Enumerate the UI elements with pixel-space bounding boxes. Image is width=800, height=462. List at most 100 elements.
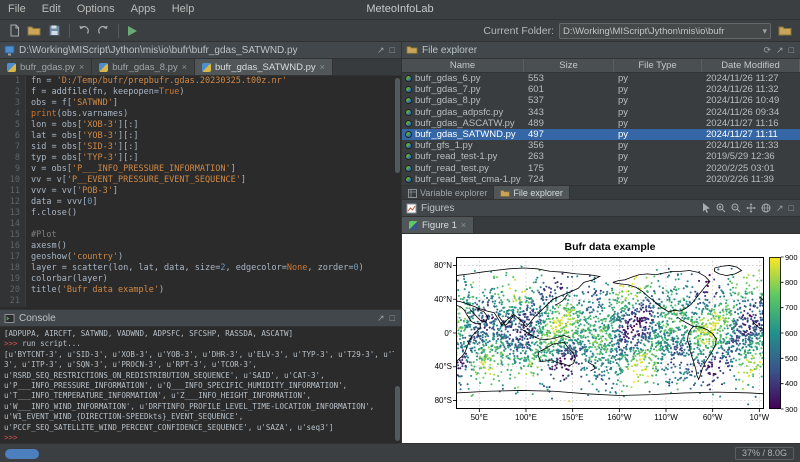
table-row[interactable]: bufr_gdas_7.py601py2024/11/26 11:32 <box>402 84 800 95</box>
table-row[interactable]: bufr_gdas_adpsfc.py343py2024/11/26 09:34 <box>402 107 800 118</box>
code-text: lon = obs['XOB-3'][:] <box>26 120 139 131</box>
file-type-cell: py <box>614 73 702 84</box>
code-editor[interactable]: 1fn = 'D:/Temp/bufr/prepbufr.gdas.202303… <box>0 76 401 310</box>
table-row[interactable]: bufr_gdas_6.py553py2024/11/26 11:27 <box>402 73 800 84</box>
float-panel-icon[interactable]: ↗ <box>377 313 385 323</box>
code-line[interactable]: 4print(obs.varnames) <box>0 109 401 120</box>
menu-item-apps[interactable]: Apps <box>123 0 164 20</box>
select-arrow-icon[interactable] <box>702 203 711 213</box>
current-folder-combobox[interactable]: D:\Working\MIScript\Jython\mis\io\bufr ▾ <box>559 23 771 39</box>
float-panel-icon[interactable]: ↗ <box>377 45 385 55</box>
console-scrollbar[interactable] <box>394 327 401 443</box>
status-progress-indicator[interactable] <box>5 449 39 459</box>
code-line[interactable]: 7sid = obs['SID-3'][:] <box>0 142 401 153</box>
menu-item-options[interactable]: Options <box>69 0 123 20</box>
table-row[interactable]: bufr_read_test-1.py263py2019/5/29 12:36 <box>402 151 800 162</box>
code-line[interactable]: 15#Plot <box>0 230 401 241</box>
y-tick-label: 40°N <box>424 295 452 304</box>
editor-tab[interactable]: bufr_gdas.py× <box>0 59 92 75</box>
column-header-size[interactable]: Size <box>524 59 614 72</box>
file-date-cell: 2020/2/25 03:01 <box>702 163 800 174</box>
splitter-vertical[interactable] <box>401 42 402 443</box>
editor-scrollbar-thumb[interactable] <box>395 78 400 173</box>
code-line[interactable]: 6lat = obs['YOB-3'][:] <box>0 131 401 142</box>
code-line[interactable]: 16axesm() <box>0 241 401 252</box>
zoom-in-icon[interactable] <box>716 203 726 213</box>
colorbar-tick-label: 800 <box>785 278 798 287</box>
menu-item-file[interactable]: File <box>0 0 34 20</box>
code-line[interactable]: 12data = vvv[0] <box>0 197 401 208</box>
tab-close-icon[interactable]: × <box>461 220 466 230</box>
column-header-name[interactable]: Name <box>402 59 524 72</box>
tab-close-icon[interactable]: × <box>320 62 325 72</box>
table-row[interactable]: bufr_gdas_ASCATW.py489py2024/11/27 11:16 <box>402 118 800 129</box>
app-title: MeteoInfoLab <box>366 0 433 20</box>
code-line[interactable]: 20title('Bufr data example') <box>0 285 401 296</box>
table-row[interactable]: bufr_gdas_SATWND.py497py2024/11/27 11:11 <box>402 129 800 140</box>
code-line[interactable]: 14 <box>0 219 401 230</box>
undo-icon[interactable] <box>74 22 92 40</box>
python-file-icon <box>405 176 412 183</box>
maximize-panel-icon[interactable]: □ <box>390 45 395 55</box>
figure-tab[interactable]: Figure 1 × <box>402 217 474 233</box>
table-row[interactable]: bufr_read_test_cma-1.py724py2020/2/26 11… <box>402 174 800 185</box>
pan-icon[interactable] <box>746 203 756 213</box>
browse-folder-icon[interactable] <box>776 22 794 40</box>
float-panel-icon[interactable]: ↗ <box>776 203 784 213</box>
code-line[interactable]: 5lon = obs['XOB-3'][:] <box>0 120 401 131</box>
code-line[interactable]: 18layer = scatter(lon, lat, data, size=2… <box>0 263 401 274</box>
code-line[interactable]: 17geoshow('country') <box>0 252 401 263</box>
code-line[interactable]: 2f = addfile(fn, keepopen=True) <box>0 87 401 98</box>
maximize-panel-icon[interactable]: □ <box>789 203 794 213</box>
column-header-date-modified[interactable]: Date Modified <box>702 59 800 72</box>
file-name: bufr_read_test-1.py <box>415 151 497 162</box>
editor-tab[interactable]: bufr_gdas_8.py× <box>92 59 195 75</box>
figures-panel-header: Figures ↗ □ <box>402 200 800 217</box>
code-line[interactable]: 21 <box>0 296 401 307</box>
tab-close-icon[interactable]: × <box>79 62 84 72</box>
refresh-icon[interactable]: ⟳ <box>763 45 771 55</box>
line-number: 5 <box>0 120 26 131</box>
splitter-horizontal-right[interactable] <box>402 199 800 200</box>
console-output[interactable]: [ADPUPA, AIRCFT, SATWND, VADWND, ADPSFC,… <box>0 327 401 443</box>
editor-scrollbar[interactable] <box>394 76 401 310</box>
maximize-panel-icon[interactable]: □ <box>789 45 794 55</box>
full-extent-icon[interactable] <box>761 203 771 213</box>
open-file-icon[interactable] <box>25 22 43 40</box>
zoom-out-icon[interactable] <box>731 203 741 213</box>
float-panel-icon[interactable]: ↗ <box>776 45 784 55</box>
new-file-icon[interactable] <box>5 22 23 40</box>
console-scrollbar-thumb[interactable] <box>395 386 400 441</box>
file-size-cell: 497 <box>524 129 614 140</box>
tab-variable-explorer[interactable]: Variable explorer <box>402 186 494 200</box>
menu-item-edit[interactable]: Edit <box>34 0 69 20</box>
editor-tab[interactable]: bufr_gdas_SATWND.py× <box>195 59 333 75</box>
maximize-panel-icon[interactable]: □ <box>390 313 395 323</box>
table-row[interactable]: bufr_read_test.py175py2020/2/25 03:01 <box>402 163 800 174</box>
code-line[interactable]: 9v = obs['P___INFO_PRESSURE_INFORMATION'… <box>0 164 401 175</box>
table-row[interactable]: bufr_gdas_8.py537py2024/11/26 10:49 <box>402 95 800 106</box>
code-line[interactable]: 19colorbar(layer) <box>0 274 401 285</box>
code-line[interactable]: 3obs = f['SATWND'] <box>0 98 401 109</box>
console-line: u'RSRD_SEQ_RESTRICTIONS_ON_REDISTRIBUTIO… <box>4 371 401 381</box>
table-row[interactable]: bufr_gfs_1.py356py2024/11/26 11:33 <box>402 140 800 151</box>
tab-close-icon[interactable]: × <box>182 62 187 72</box>
save-icon[interactable] <box>45 22 63 40</box>
colorbar-tick-label: 900 <box>785 253 798 262</box>
dropdown-arrow-icon[interactable]: ▾ <box>760 26 767 37</box>
file-explorer-panel: File explorer ⟳ ↗ □ NameSizeFile TypeDat… <box>402 42 800 200</box>
figure-canvas[interactable] <box>402 234 800 443</box>
menu-item-help[interactable]: Help <box>164 0 203 20</box>
code-line[interactable]: 11vvv = vv['POB-3'] <box>0 186 401 197</box>
column-header-file-type[interactable]: File Type <box>614 59 702 72</box>
y-tick-label: 40°S <box>424 362 452 371</box>
code-line[interactable]: 10vv = v['P__EVENT_PRESSURE_EVENT_SEQUEN… <box>0 175 401 186</box>
splitter-horizontal-left[interactable] <box>0 309 401 310</box>
code-line[interactable]: 1fn = 'D:/Temp/bufr/prepbufr.gdas.202303… <box>0 76 401 87</box>
run-script-icon[interactable] <box>123 22 141 40</box>
tab-file-explorer[interactable]: File explorer <box>494 186 570 200</box>
memory-indicator[interactable]: 37% / 8.0G <box>735 447 794 460</box>
code-line[interactable]: 8typ = obs['TYP-3'][:] <box>0 153 401 164</box>
code-line[interactable]: 13f.close() <box>0 208 401 219</box>
redo-icon[interactable] <box>94 22 112 40</box>
